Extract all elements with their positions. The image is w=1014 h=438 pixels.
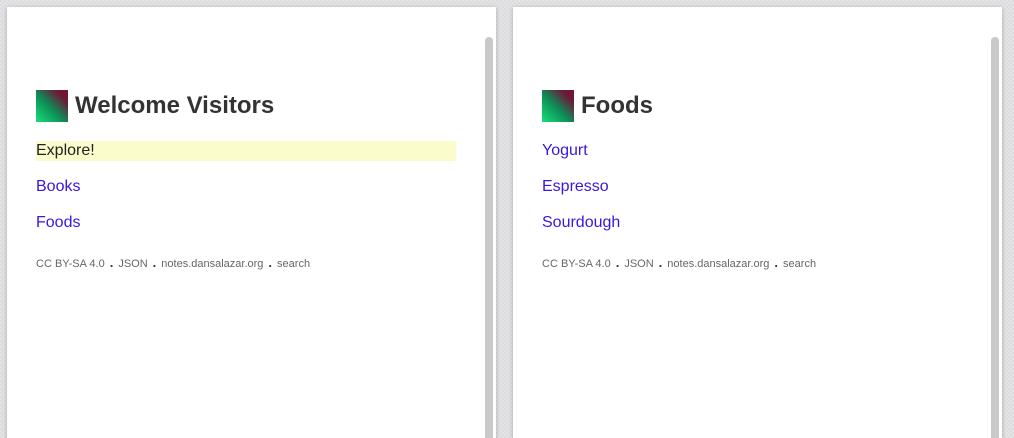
license-link[interactable]: CC BY-SA 4.0 bbox=[36, 258, 105, 270]
separator: . bbox=[658, 255, 663, 270]
link-yogurt[interactable]: Yogurt bbox=[542, 141, 962, 161]
separator: . bbox=[615, 255, 620, 270]
page-title: Welcome Visitors bbox=[75, 92, 275, 119]
json-link[interactable]: JSON bbox=[624, 258, 653, 270]
page-header: Welcome Visitors bbox=[36, 89, 456, 123]
story: Welcome Visitors Explore! Books Foods CC… bbox=[36, 89, 456, 271]
license-link[interactable]: CC BY-SA 4.0 bbox=[542, 258, 611, 270]
site-link[interactable]: notes.dansalazar.org bbox=[667, 258, 769, 270]
json-link[interactable]: JSON bbox=[118, 258, 147, 270]
link-sourdough[interactable]: Sourdough bbox=[542, 213, 962, 233]
search-link[interactable]: search bbox=[783, 258, 816, 270]
page-title: Foods bbox=[581, 92, 653, 119]
separator: . bbox=[774, 255, 779, 270]
site-flag-icon[interactable] bbox=[36, 90, 68, 122]
highlighted-paragraph: Explore! bbox=[36, 141, 456, 161]
page-welcome-visitors: Welcome Visitors Explore! Books Foods CC… bbox=[7, 7, 496, 438]
page-foods: Foods Yogurt Espresso Sourdough CC BY-SA… bbox=[513, 7, 1002, 438]
site-link[interactable]: notes.dansalazar.org bbox=[161, 258, 263, 270]
search-link[interactable]: search bbox=[277, 258, 310, 270]
page-footer: CC BY-SA 4.0. JSON. notes.dansalazar.org. s… bbox=[36, 256, 456, 271]
site-flag-icon[interactable] bbox=[542, 90, 574, 122]
scrollbar[interactable] bbox=[991, 37, 999, 438]
page-footer: CC BY-SA 4.0. JSON. notes.dansalazar.org. s… bbox=[542, 256, 962, 271]
separator: . bbox=[109, 255, 114, 270]
link-espresso[interactable]: Espresso bbox=[542, 177, 962, 197]
separator: . bbox=[268, 255, 273, 270]
story: Foods Yogurt Espresso Sourdough CC BY-SA… bbox=[542, 89, 962, 271]
scrollbar[interactable] bbox=[485, 37, 493, 438]
separator: . bbox=[152, 255, 157, 270]
link-books[interactable]: Books bbox=[36, 177, 456, 197]
link-foods[interactable]: Foods bbox=[36, 213, 456, 233]
page-header: Foods bbox=[542, 89, 962, 123]
